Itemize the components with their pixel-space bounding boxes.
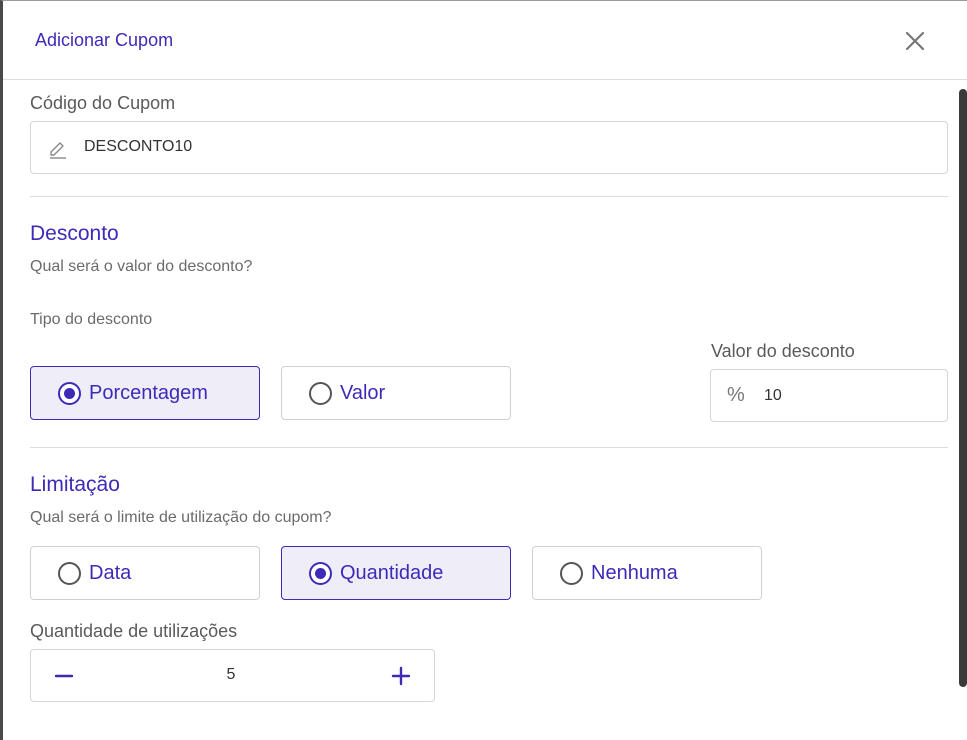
modal-header: Adicionar Cupom (3, 1, 967, 80)
radio-nenhuma[interactable]: Nenhuma (532, 546, 762, 600)
plus-icon[interactable] (389, 664, 413, 688)
radio-porcentagem[interactable]: Porcentagem (30, 366, 260, 420)
quantity-label: Quantidade de utilizações (30, 621, 238, 641)
divider (30, 196, 948, 197)
scrollbar[interactable] (959, 89, 967, 687)
radio-valor[interactable]: Valor (281, 366, 511, 420)
limitation-section-title: Limitação (30, 473, 120, 496)
radio-unselected-icon (560, 562, 583, 585)
minus-icon[interactable] (52, 664, 76, 688)
radio-label: Quantidade (340, 562, 444, 584)
percent-icon: % (727, 384, 745, 406)
discount-subtitle: Qual será o valor do desconto? (30, 258, 253, 275)
discount-type-label: Tipo do desconto (30, 311, 153, 328)
coupon-code-value: DESCONTO10 (84, 138, 193, 155)
modal-title: Adicionar Cupom (35, 30, 174, 50)
discount-value-field[interactable]: % 10 (710, 369, 948, 422)
edit-pencil-icon (48, 137, 68, 164)
radio-quantidade[interactable]: Quantidade (281, 546, 511, 600)
close-icon[interactable] (903, 29, 927, 53)
coupon-code-field[interactable]: DESCONTO10 (30, 121, 948, 174)
quantity-value[interactable]: 5 (181, 666, 281, 684)
radio-label: Data (89, 562, 132, 584)
radio-data[interactable]: Data (30, 546, 260, 600)
discount-value: 10 (764, 387, 782, 404)
divider (30, 447, 948, 448)
discount-section-title: Desconto (30, 222, 119, 245)
radio-label: Porcentagem (89, 382, 208, 404)
radio-unselected-icon (58, 562, 81, 585)
radio-selected-icon (309, 562, 332, 585)
radio-label: Valor (340, 382, 386, 404)
discount-value-label: Valor do desconto (711, 341, 855, 361)
quantity-stepper: 5 (30, 649, 435, 702)
coupon-code-label: Código do Cupom (30, 93, 176, 113)
radio-selected-icon (58, 382, 81, 405)
radio-label: Nenhuma (591, 562, 678, 584)
limitation-subtitle: Qual será o limite de utilização do cupo… (30, 509, 332, 526)
radio-unselected-icon (309, 382, 332, 405)
